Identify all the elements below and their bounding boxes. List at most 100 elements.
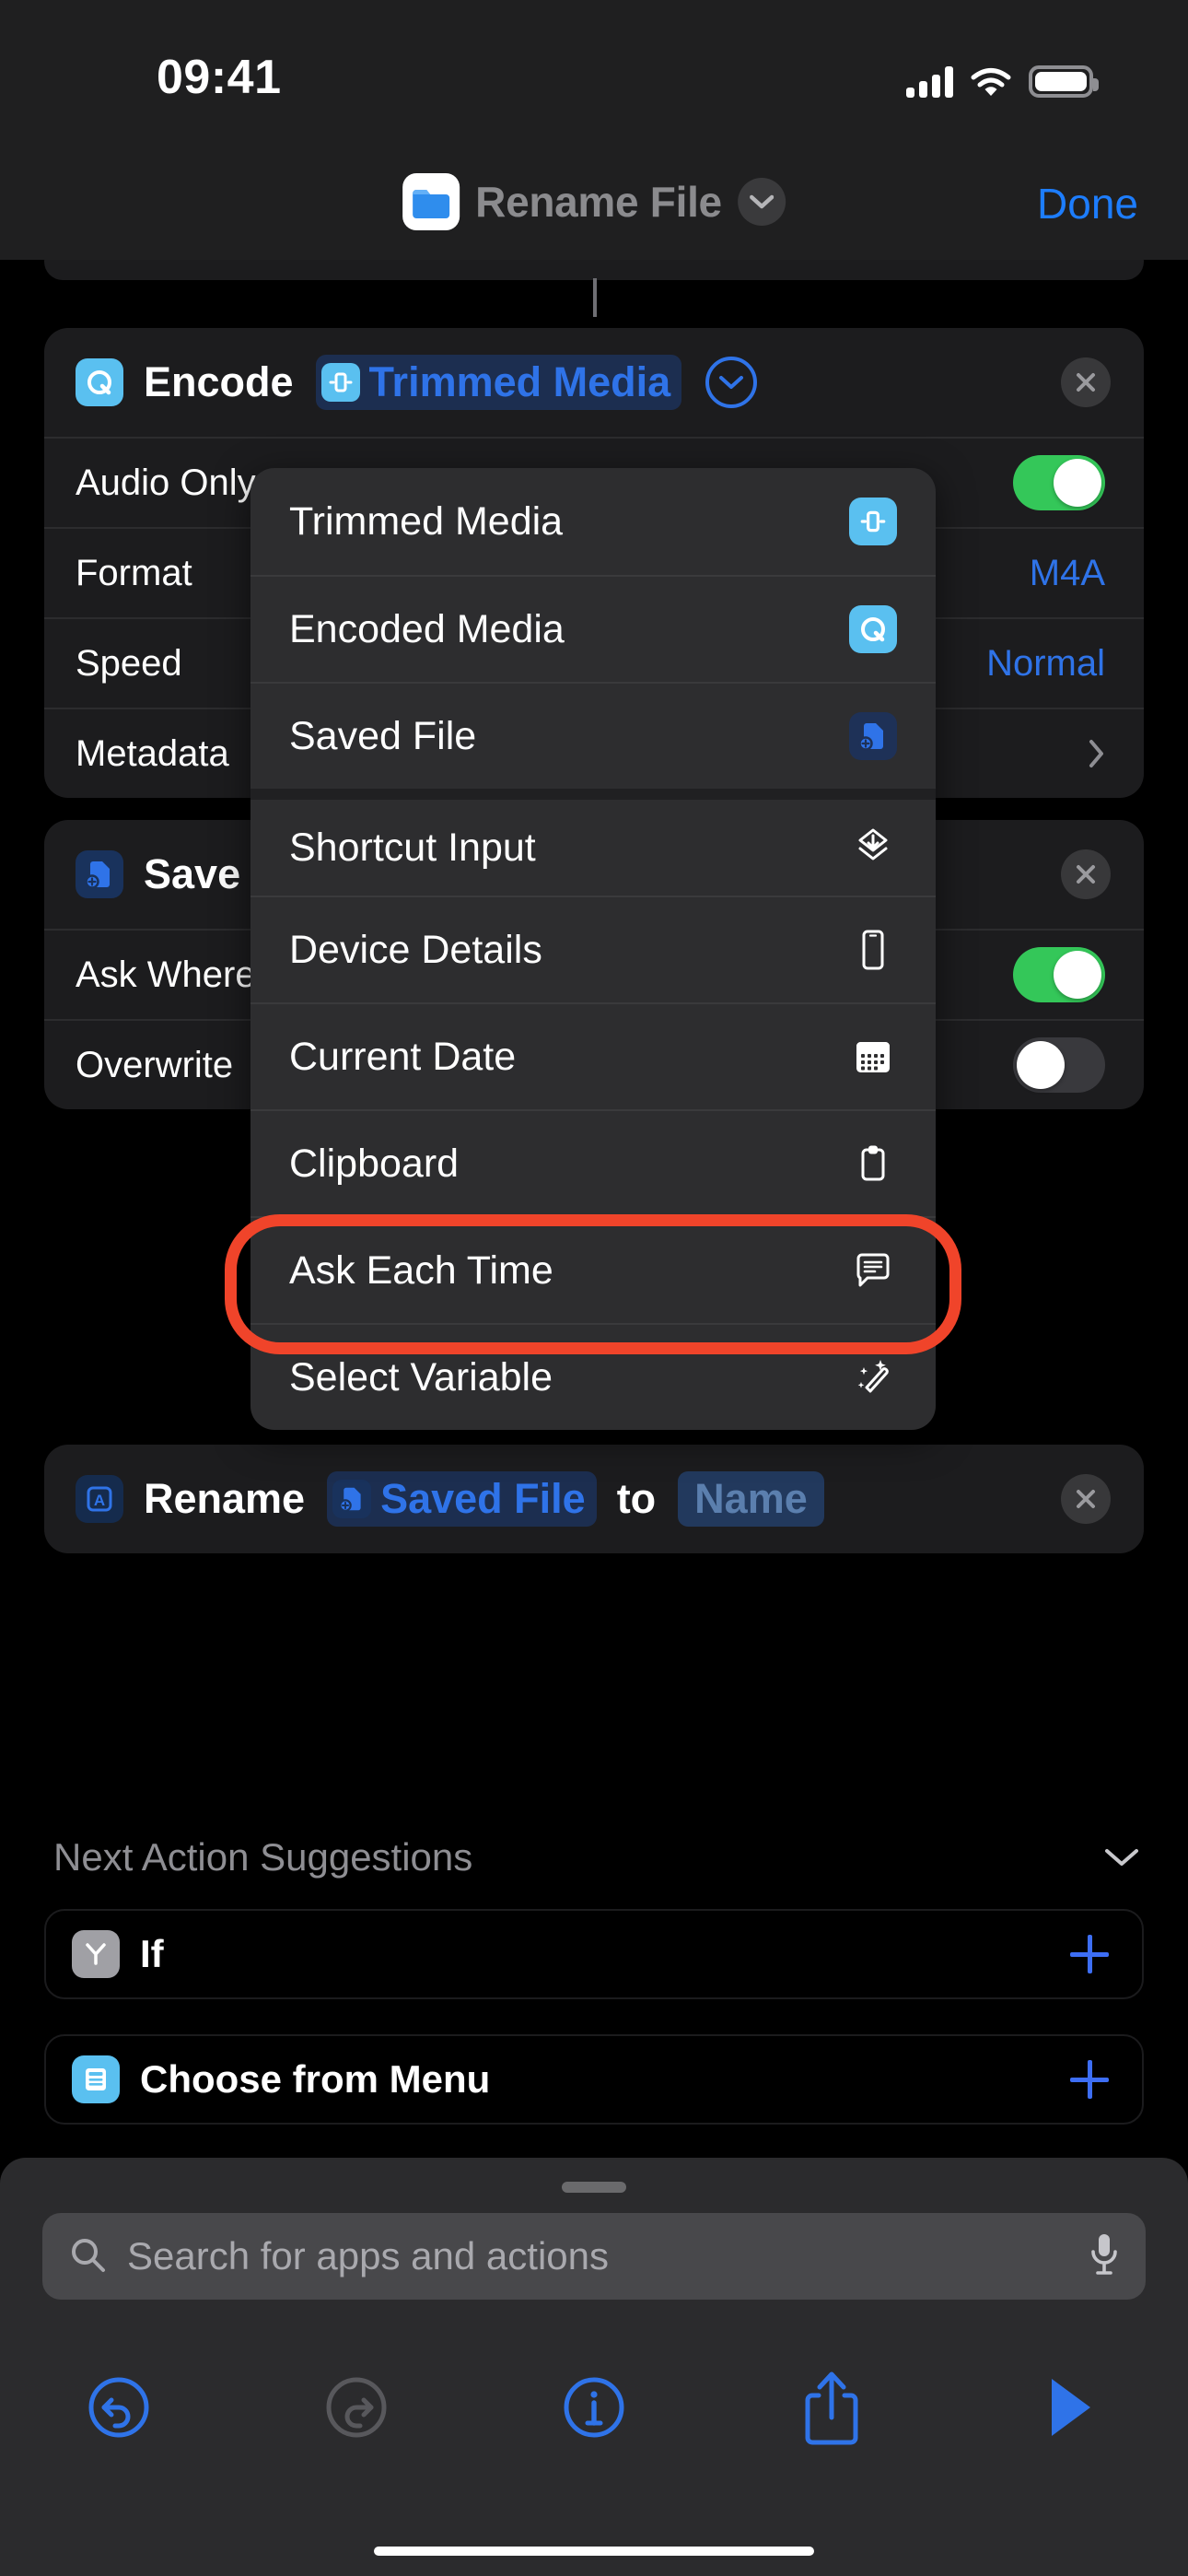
redo-button[interactable] xyxy=(238,2372,475,2442)
menu-item-clipboard[interactable]: Clipboard xyxy=(250,1109,936,1216)
menu-item-shortcut-input[interactable]: Shortcut Input xyxy=(250,789,936,896)
undo-button[interactable] xyxy=(0,2372,238,2442)
menu-item-select-variable[interactable]: Select Variable xyxy=(250,1323,936,1430)
overwrite-toggle[interactable] xyxy=(1013,1037,1105,1093)
search-input[interactable]: Search for apps and actions xyxy=(127,2234,609,2278)
action-title: Save xyxy=(144,850,241,897)
menu-item-label: Clipboard xyxy=(289,1141,460,1186)
suggestion-label: If xyxy=(140,1932,164,1975)
status-bar-indicators xyxy=(906,57,1099,98)
wifi-icon xyxy=(970,66,1012,98)
action-header-rename[interactable]: A Rename Saved File to Name xyxy=(44,1445,1144,1553)
quicktime-encode-icon xyxy=(76,358,123,406)
ask-where-to-save-toggle[interactable] xyxy=(1013,947,1105,1002)
action-card-rename[interactable]: A Rename Saved File to Name xyxy=(44,1445,1144,1553)
next-action-suggestions-header[interactable]: Next Action Suggestions xyxy=(53,1835,1140,1879)
menu-item-trimmed-media[interactable]: Trimmed Media xyxy=(250,468,936,575)
next-action-suggestions-title: Next Action Suggestions xyxy=(53,1835,473,1879)
shortcut-title-button[interactable]: Rename File xyxy=(402,173,786,230)
menu-item-current-date[interactable]: Current Date xyxy=(250,1002,936,1109)
chevron-right-icon xyxy=(1089,739,1105,768)
page-title: Rename File xyxy=(475,178,722,226)
menu-item-label: Ask Each Time xyxy=(289,1247,553,1293)
menu-item-label: Shortcut Input xyxy=(289,825,536,870)
magic-wand-icon xyxy=(847,1352,899,1403)
if-icon xyxy=(72,1930,120,1978)
param-label: Audio Only xyxy=(76,462,256,503)
info-button[interactable] xyxy=(475,2372,713,2442)
svg-text:A: A xyxy=(94,1492,105,1509)
variable-picker-menu[interactable]: Trimmed Media Encoded Media Saved File S… xyxy=(250,468,936,1430)
param-label: Overwrite xyxy=(76,1044,234,1085)
menu-item-label: Current Date xyxy=(289,1034,517,1079)
microphone-icon[interactable] xyxy=(1089,2231,1120,2282)
action-library-sheet: Search for apps and actions xyxy=(0,2158,1188,2576)
plus-icon[interactable] xyxy=(1070,2060,1109,2099)
audio-only-toggle[interactable] xyxy=(1013,455,1105,510)
chevron-down-icon[interactable] xyxy=(737,178,786,226)
calendar-icon xyxy=(847,1031,899,1083)
plus-icon[interactable] xyxy=(1070,1935,1109,1973)
menu-item-label: Select Variable xyxy=(289,1354,553,1399)
navigation-bar: Rename File Done xyxy=(0,147,1188,260)
shortcut-input-icon xyxy=(847,822,899,873)
close-icon[interactable] xyxy=(1061,357,1111,407)
param-label: Speed xyxy=(76,642,182,684)
param-label: Metadata xyxy=(76,732,229,774)
clipboard-icon xyxy=(847,1138,899,1189)
trim-media-icon xyxy=(320,363,360,402)
close-icon[interactable] xyxy=(1061,849,1111,899)
format-value[interactable]: M4A xyxy=(1030,553,1105,594)
menu-item-label: Device Details xyxy=(289,927,542,972)
menu-item-device-details[interactable]: Device Details xyxy=(250,896,936,1002)
action-title: Rename xyxy=(144,1475,306,1522)
menu-item-ask-each-time[interactable]: Ask Each Time xyxy=(250,1216,936,1323)
previous-action-card-partial[interactable] xyxy=(44,260,1144,280)
choose-from-menu-icon xyxy=(72,2055,120,2103)
action-header-encode[interactable]: Encode Trimmed Media xyxy=(44,328,1144,437)
folder-icon xyxy=(402,173,460,230)
saved-file-icon xyxy=(76,850,123,898)
rename-file-icon: A xyxy=(76,1475,123,1523)
param-label: Format xyxy=(76,552,192,593)
rename-connector-word: to xyxy=(616,1475,657,1522)
menu-item-label: Encoded Media xyxy=(289,606,565,651)
speed-value[interactable]: Normal xyxy=(986,643,1105,685)
menu-item-label: Saved File xyxy=(289,713,477,758)
chevron-down-circle-icon[interactable] xyxy=(705,357,758,408)
saved-file-icon xyxy=(332,1480,372,1518)
variable-token-trimmed-media[interactable]: Trimmed Media xyxy=(315,355,682,410)
editor-toolbar xyxy=(0,2338,1188,2476)
quicktime-encode-icon xyxy=(847,603,899,655)
action-connector-line xyxy=(593,278,597,317)
saved-file-icon xyxy=(847,710,899,762)
action-title: Encode xyxy=(144,358,294,405)
name-placeholder-field[interactable]: Name xyxy=(678,1471,824,1527)
run-button[interactable] xyxy=(950,2374,1188,2441)
menu-item-encoded-media[interactable]: Encoded Media xyxy=(250,575,936,682)
home-indicator xyxy=(374,2547,814,2556)
menu-item-label: Trimmed Media xyxy=(289,498,564,544)
suggestion-label: Choose from Menu xyxy=(140,2057,491,2101)
chevron-down-icon[interactable] xyxy=(1103,1846,1140,1868)
cellular-signal-icon xyxy=(906,66,953,98)
sheet-grabber[interactable] xyxy=(562,2182,626,2193)
device-icon xyxy=(847,924,899,976)
done-button[interactable]: Done xyxy=(1037,179,1138,228)
variable-token-label: Trimmed Media xyxy=(368,358,671,405)
trim-media-icon xyxy=(847,496,899,547)
ask-each-time-icon xyxy=(847,1245,899,1296)
suggestion-row-choose-from-menu[interactable]: Choose from Menu xyxy=(44,2034,1144,2125)
search-bar[interactable]: Search for apps and actions xyxy=(42,2213,1146,2300)
menu-item-saved-file[interactable]: Saved File xyxy=(250,682,936,789)
suggestion-row-if[interactable]: If xyxy=(44,1909,1144,1999)
status-bar-time: 09:41 xyxy=(157,51,282,104)
share-button[interactable] xyxy=(713,2368,950,2447)
close-icon[interactable] xyxy=(1061,1474,1111,1524)
search-icon xyxy=(68,2235,107,2278)
name-placeholder-label: Name xyxy=(694,1475,808,1522)
status-bar: 09:41 xyxy=(0,0,1188,147)
variable-token-label: Saved File xyxy=(380,1475,586,1522)
battery-icon xyxy=(1029,65,1099,98)
variable-token-saved-file[interactable]: Saved File xyxy=(327,1471,597,1527)
